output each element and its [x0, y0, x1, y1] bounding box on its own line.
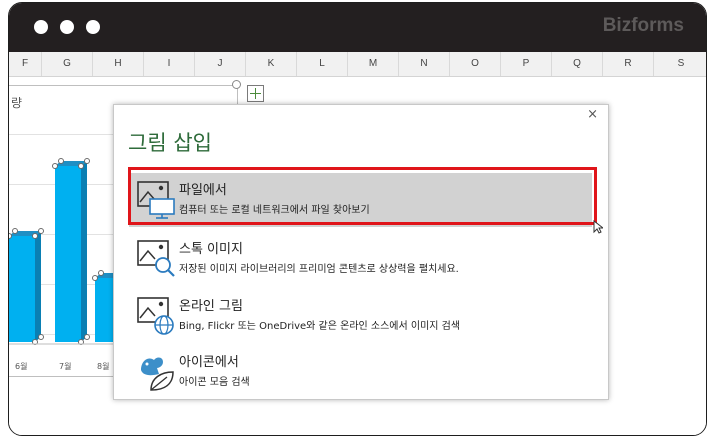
- option-description: Bing, Flickr 또는 OneDrive와 같은 온라인 소스에서 이미…: [179, 321, 461, 332]
- point-marker: [84, 158, 90, 164]
- title-bar: Bizforms: [9, 3, 706, 52]
- bar-side: [35, 231, 41, 342]
- close-button[interactable]: ×: [587, 107, 598, 122]
- point-marker: [32, 233, 38, 239]
- column-header[interactable]: M: [348, 52, 399, 76]
- option-description: 아이콘 모음 검색: [179, 377, 250, 388]
- x-axis-label: 7월: [59, 362, 72, 371]
- option-stock-images[interactable]: 스톡 이미지 저장된 이미지 라이브러리의 프리미엄 콘텐츠로 상상력을 펼치세…: [129, 232, 592, 286]
- option-title: 온라인 그림: [179, 299, 243, 314]
- column-header[interactable]: K: [246, 52, 297, 76]
- column-header[interactable]: G: [42, 52, 93, 76]
- point-marker: [78, 163, 84, 169]
- point-marker: [9, 233, 12, 239]
- point-marker: [38, 334, 44, 340]
- chart-elements-button[interactable]: [247, 85, 264, 102]
- bar: [9, 236, 35, 342]
- option-online-pictures[interactable]: 온라인 그림 Bing, Flickr 또는 OneDrive와 같은 온라인 …: [129, 289, 592, 343]
- x-axis-label: 8월: [97, 362, 110, 371]
- point-marker: [92, 275, 98, 281]
- column-header[interactable]: I: [144, 52, 195, 76]
- option-from-file[interactable]: 파일에서 컴퓨터 또는 로컬 네트워크에서 파일 찾아보기: [129, 173, 592, 227]
- point-marker: [52, 163, 58, 169]
- column-header[interactable]: J: [195, 52, 246, 76]
- column-header[interactable]: O: [450, 52, 501, 76]
- window-dot-2[interactable]: [60, 20, 74, 34]
- picture-computer-icon: [137, 181, 175, 219]
- option-title: 아이콘에서: [179, 355, 239, 370]
- x-axis-label: 6월: [15, 362, 28, 371]
- option-title: 파일에서: [179, 183, 227, 198]
- option-from-icons[interactable]: 아이콘에서 아이콘 모음 검색: [129, 345, 592, 399]
- bar: [55, 166, 81, 342]
- window-dot-3[interactable]: [86, 20, 100, 34]
- option-description: 저장된 이미지 라이브러리의 프리미엄 콘텐츠로 상상력을 펼치세요.: [179, 264, 459, 275]
- point-marker: [84, 334, 90, 340]
- column-header-row: F G H I J K L M N O P Q R S: [9, 52, 706, 77]
- chart-resize-handle[interactable]: [232, 80, 241, 89]
- point-marker: [12, 228, 18, 234]
- brand-logo: Bizforms: [602, 15, 684, 36]
- insert-picture-dialog: 그림 삽입 × 파일에서 컴퓨터 또는 로컬 네트워크에서 파일 찾아보기 스톡…: [113, 104, 609, 400]
- option-description: 컴퓨터 또는 로컬 네트워크에서 파일 찾아보기: [179, 205, 370, 216]
- column-header[interactable]: F: [9, 52, 42, 76]
- column-header[interactable]: H: [93, 52, 144, 76]
- column-header[interactable]: S: [654, 52, 706, 76]
- option-title: 스톡 이미지: [179, 242, 243, 257]
- column-header[interactable]: R: [603, 52, 654, 76]
- bar-side: [81, 161, 87, 342]
- picture-search-icon: [137, 240, 175, 277]
- point-marker: [58, 158, 64, 164]
- column-header[interactable]: P: [501, 52, 552, 76]
- window-dot-1[interactable]: [34, 20, 48, 34]
- mouse-cursor-icon: [593, 220, 603, 234]
- column-header[interactable]: L: [297, 52, 348, 76]
- point-marker: [98, 270, 104, 276]
- column-header[interactable]: N: [399, 52, 450, 76]
- dialog-title: 그림 삽입: [128, 131, 212, 155]
- picture-globe-icon: [137, 297, 174, 335]
- column-header[interactable]: Q: [552, 52, 603, 76]
- bird-leaf-icon: [141, 357, 174, 391]
- point-marker: [38, 228, 44, 234]
